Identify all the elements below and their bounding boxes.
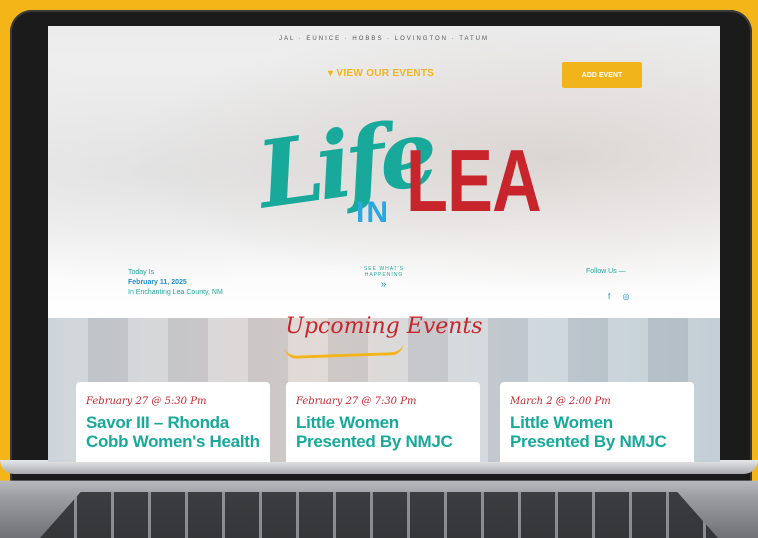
laptop-keyboard — [40, 492, 718, 538]
laptop-screen: JAL · EUNICE · HOBBS · LOVINGTON · TATUM… — [48, 26, 720, 462]
event-card[interactable]: March 2 @ 2:00 Pm Little Women Presented… — [500, 382, 694, 462]
facebook-icon[interactable]: f — [608, 292, 610, 301]
logo-lea: LEA — [406, 131, 542, 230]
event-card[interactable]: February 27 @ 7:30 Pm Little Women Prese… — [286, 382, 480, 462]
laptop-hinge — [0, 460, 758, 474]
event-date: February 27 @ 5:30 Pm — [86, 396, 207, 407]
event-date: March 2 @ 2:00 Pm — [510, 396, 611, 407]
add-event-button[interactable]: ADD EVENT — [562, 62, 642, 88]
event-title[interactable]: Savor III – Rhonda Cobb Women's Health — [86, 413, 260, 451]
social-links: f ◎ — [608, 292, 639, 301]
logo-in: IN — [356, 196, 390, 229]
double-chevron-down-icon[interactable]: » — [348, 280, 420, 290]
follow-us-label: Follow Us — — [586, 268, 626, 275]
site-logo[interactable]: Life IN LEA — [248, 98, 541, 250]
event-title[interactable]: Little Women Presented By NMJC — [296, 413, 470, 451]
today-label: Today Is — [128, 269, 155, 276]
city-list: JAL · EUNICE · HOBBS · LOVINGTON · TATUM — [278, 36, 489, 42]
today-info: Today Is February 11, 2025 In Enchanting… — [128, 268, 223, 298]
see-whats-happening-label: SEE WHAT'S HAPPENING — [363, 266, 405, 278]
event-date: February 27 @ 7:30 Pm — [296, 396, 417, 407]
instagram-icon[interactable]: ◎ — [622, 292, 629, 301]
location-text: In Enchanting Lea County, NM — [128, 289, 223, 296]
event-title[interactable]: Little Women Presented By NMJC — [510, 413, 684, 451]
view-events-link[interactable]: ▾ VIEW OUR EVENTS — [328, 68, 434, 79]
see-whats-happening[interactable]: SEE WHAT'S HAPPENING » — [348, 266, 420, 290]
upcoming-events-heading: Upcoming Events — [285, 314, 483, 339]
event-card[interactable]: February 27 @ 5:30 Pm Savor III – Rhonda… — [76, 382, 270, 462]
today-date: February 11, 2025 — [128, 279, 187, 286]
